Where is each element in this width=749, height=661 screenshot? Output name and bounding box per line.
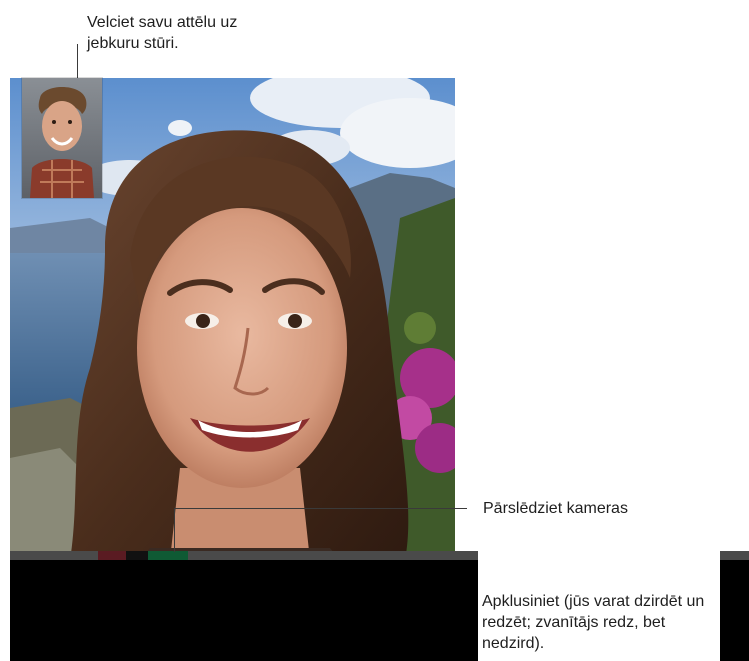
mute-indicator — [126, 551, 148, 560]
self-view-pip[interactable] — [22, 78, 102, 198]
switch-camera-button[interactable] — [160, 515, 190, 555]
pip-callout-text: Velciet savu attēlu uz jebkuru stūri. — [87, 14, 238, 52]
self-view-image — [22, 78, 102, 198]
control-bar-top-strip — [10, 551, 478, 560]
second-device-strip — [720, 551, 749, 560]
mute-callout-text: Apklusiniet (jūs varat dzirdēt un redzēt… — [482, 593, 705, 652]
switch-camera-callout-line-horizontal — [174, 508, 467, 509]
call-control-bar — [10, 560, 478, 661]
second-device-control-bar — [720, 560, 749, 661]
pip-callout-line — [77, 44, 78, 78]
switch-camera-callout-line-vertical — [174, 508, 175, 552]
switch-camera-callout-text: Pārslēdziet kameras — [483, 500, 628, 517]
end-call-indicator — [98, 551, 126, 560]
